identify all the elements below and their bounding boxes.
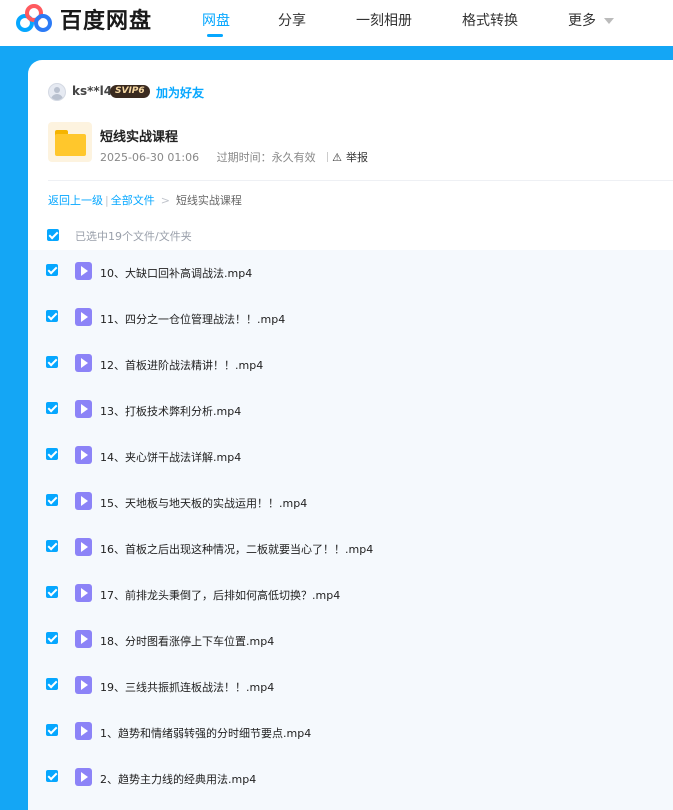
- list-item[interactable]: 19、三线共振抓连板战法！！.mp4: [28, 663, 673, 709]
- file-checkbox[interactable]: [46, 356, 58, 368]
- share-meta: 2025-06-30 01:06 过期时间：永久有效 ⚠ 举报: [100, 149, 368, 165]
- username: ks**l4: [72, 84, 113, 98]
- list-item[interactable]: 16、首板之后出现这种情况，二板就要当心了！！.mp4: [28, 525, 673, 571]
- video-file-icon: [75, 400, 92, 418]
- logo-icon: [16, 4, 54, 34]
- nav-moment-album[interactable]: 一刻相册: [356, 10, 412, 30]
- folder-icon-tile: [48, 122, 92, 162]
- file-checkbox[interactable]: [46, 494, 58, 506]
- file-name[interactable]: 14、夹心饼干战法详解.mp4: [100, 449, 241, 465]
- breadcrumb-back[interactable]: 返回上一级: [48, 194, 103, 207]
- baidu-netdisk-logo[interactable]: 百度网盘: [16, 4, 152, 34]
- video-file-icon: [75, 354, 92, 372]
- file-name[interactable]: 15、天地板与地天板的实战运用！！.mp4: [100, 495, 307, 511]
- list-item[interactable]: 10、大缺口回补高调战法.mp4: [28, 249, 673, 295]
- file-name[interactable]: 2、趋势主力线的经典用法.mp4: [100, 771, 256, 787]
- file-checkbox[interactable]: [46, 678, 58, 690]
- chevron-down-icon: [604, 18, 614, 24]
- select-all-checkbox[interactable]: [47, 229, 59, 241]
- nav-active-indicator: [207, 34, 223, 37]
- nav-share[interactable]: 分享: [278, 10, 306, 30]
- selection-count: 已选中19个文件/文件夹: [75, 230, 192, 243]
- list-item[interactable]: 1、趋势和情绪弱转强的分时细节要点.mp4: [28, 709, 673, 755]
- logo-text: 百度网盘: [60, 9, 153, 34]
- video-file-icon: [75, 630, 92, 648]
- list-item[interactable]: 14、夹心饼干战法详解.mp4: [28, 433, 673, 479]
- list-item[interactable]: 17、前排龙头秉倒了，后排如何高低切换？.mp4: [28, 571, 673, 617]
- file-checkbox[interactable]: [46, 448, 58, 460]
- nav-netdisk[interactable]: 网盘: [202, 10, 230, 30]
- file-checkbox[interactable]: [46, 402, 58, 414]
- top-nav: 百度网盘 网盘 分享 一刻相册 格式转换 更多: [0, 0, 673, 46]
- video-file-icon: [75, 262, 92, 280]
- video-file-icon: [75, 492, 92, 510]
- file-name[interactable]: 17、前排龙头秉倒了，后排如何高低切换？.mp4: [100, 587, 340, 603]
- file-checkbox[interactable]: [46, 264, 58, 276]
- file-name[interactable]: 12、首板进阶战法精讲！！.mp4: [100, 357, 263, 373]
- breadcrumb: 返回上一级 | 全部文件 > 短线实战课程: [48, 194, 242, 207]
- list-item[interactable]: 11、四分之一仓位管理战法！！.mp4: [28, 295, 673, 341]
- list-item[interactable]: 12、首板进阶战法精讲！！.mp4: [28, 341, 673, 387]
- avatar[interactable]: [48, 83, 66, 101]
- file-checkbox[interactable]: [46, 724, 58, 736]
- nav-format-convert[interactable]: 格式转换: [462, 10, 518, 30]
- file-name[interactable]: 19、三线共振抓连板战法！！.mp4: [100, 679, 274, 695]
- list-item[interactable]: 18、分时图看涨停上下车位置.mp4: [28, 617, 673, 663]
- expire-value: 永久有效: [271, 151, 316, 164]
- video-file-icon: [75, 538, 92, 556]
- add-friend-link[interactable]: 加为好友: [156, 84, 204, 101]
- file-checkbox[interactable]: [46, 632, 58, 644]
- svip-badge: SVIP6: [110, 85, 150, 98]
- video-file-icon: [75, 446, 92, 464]
- file-name[interactable]: 13、打板技术弊利分析.mp4: [100, 403, 241, 419]
- report-icon: ⚠: [332, 151, 342, 164]
- folder-icon: [55, 130, 86, 156]
- file-checkbox[interactable]: [46, 540, 58, 552]
- folder-title: 短线实战课程: [100, 130, 179, 145]
- list-item[interactable]: 2、趋势主力线的经典用法.mp4: [28, 755, 673, 801]
- divider: [48, 180, 673, 181]
- file-name[interactable]: 18、分时图看涨停上下车位置.mp4: [100, 633, 274, 649]
- file-checkbox[interactable]: [46, 770, 58, 782]
- list-item[interactable]: 13、打板技术弊利分析.mp4: [28, 387, 673, 433]
- breadcrumb-all-files[interactable]: 全部文件: [111, 194, 155, 207]
- file-name[interactable]: 11、四分之一仓位管理战法！！.mp4: [100, 311, 285, 327]
- file-name[interactable]: 16、首板之后出现这种情况，二板就要当心了！！.mp4: [100, 541, 373, 557]
- file-name[interactable]: 1、趋势和情绪弱转强的分时细节要点.mp4: [100, 725, 311, 741]
- video-file-icon: [75, 768, 92, 786]
- video-file-icon: [75, 308, 92, 326]
- share-date: 2025-06-30 01:06: [100, 151, 200, 164]
- list-item[interactable]: 15、天地板与地天板的实战运用！！.mp4: [28, 479, 673, 525]
- video-file-icon: [75, 584, 92, 602]
- expire-label: 过期时间：: [216, 151, 272, 164]
- file-checkbox[interactable]: [46, 586, 58, 598]
- report-link[interactable]: 举报: [346, 151, 368, 164]
- video-file-icon: [75, 676, 92, 694]
- nav-more-label: 更多: [568, 13, 596, 29]
- video-file-icon: [75, 722, 92, 740]
- nav-more[interactable]: 更多: [568, 10, 614, 30]
- file-checkbox[interactable]: [46, 310, 58, 322]
- breadcrumb-current: 短线实战课程: [175, 194, 242, 207]
- file-name[interactable]: 10、大缺口回补高调战法.mp4: [100, 265, 252, 281]
